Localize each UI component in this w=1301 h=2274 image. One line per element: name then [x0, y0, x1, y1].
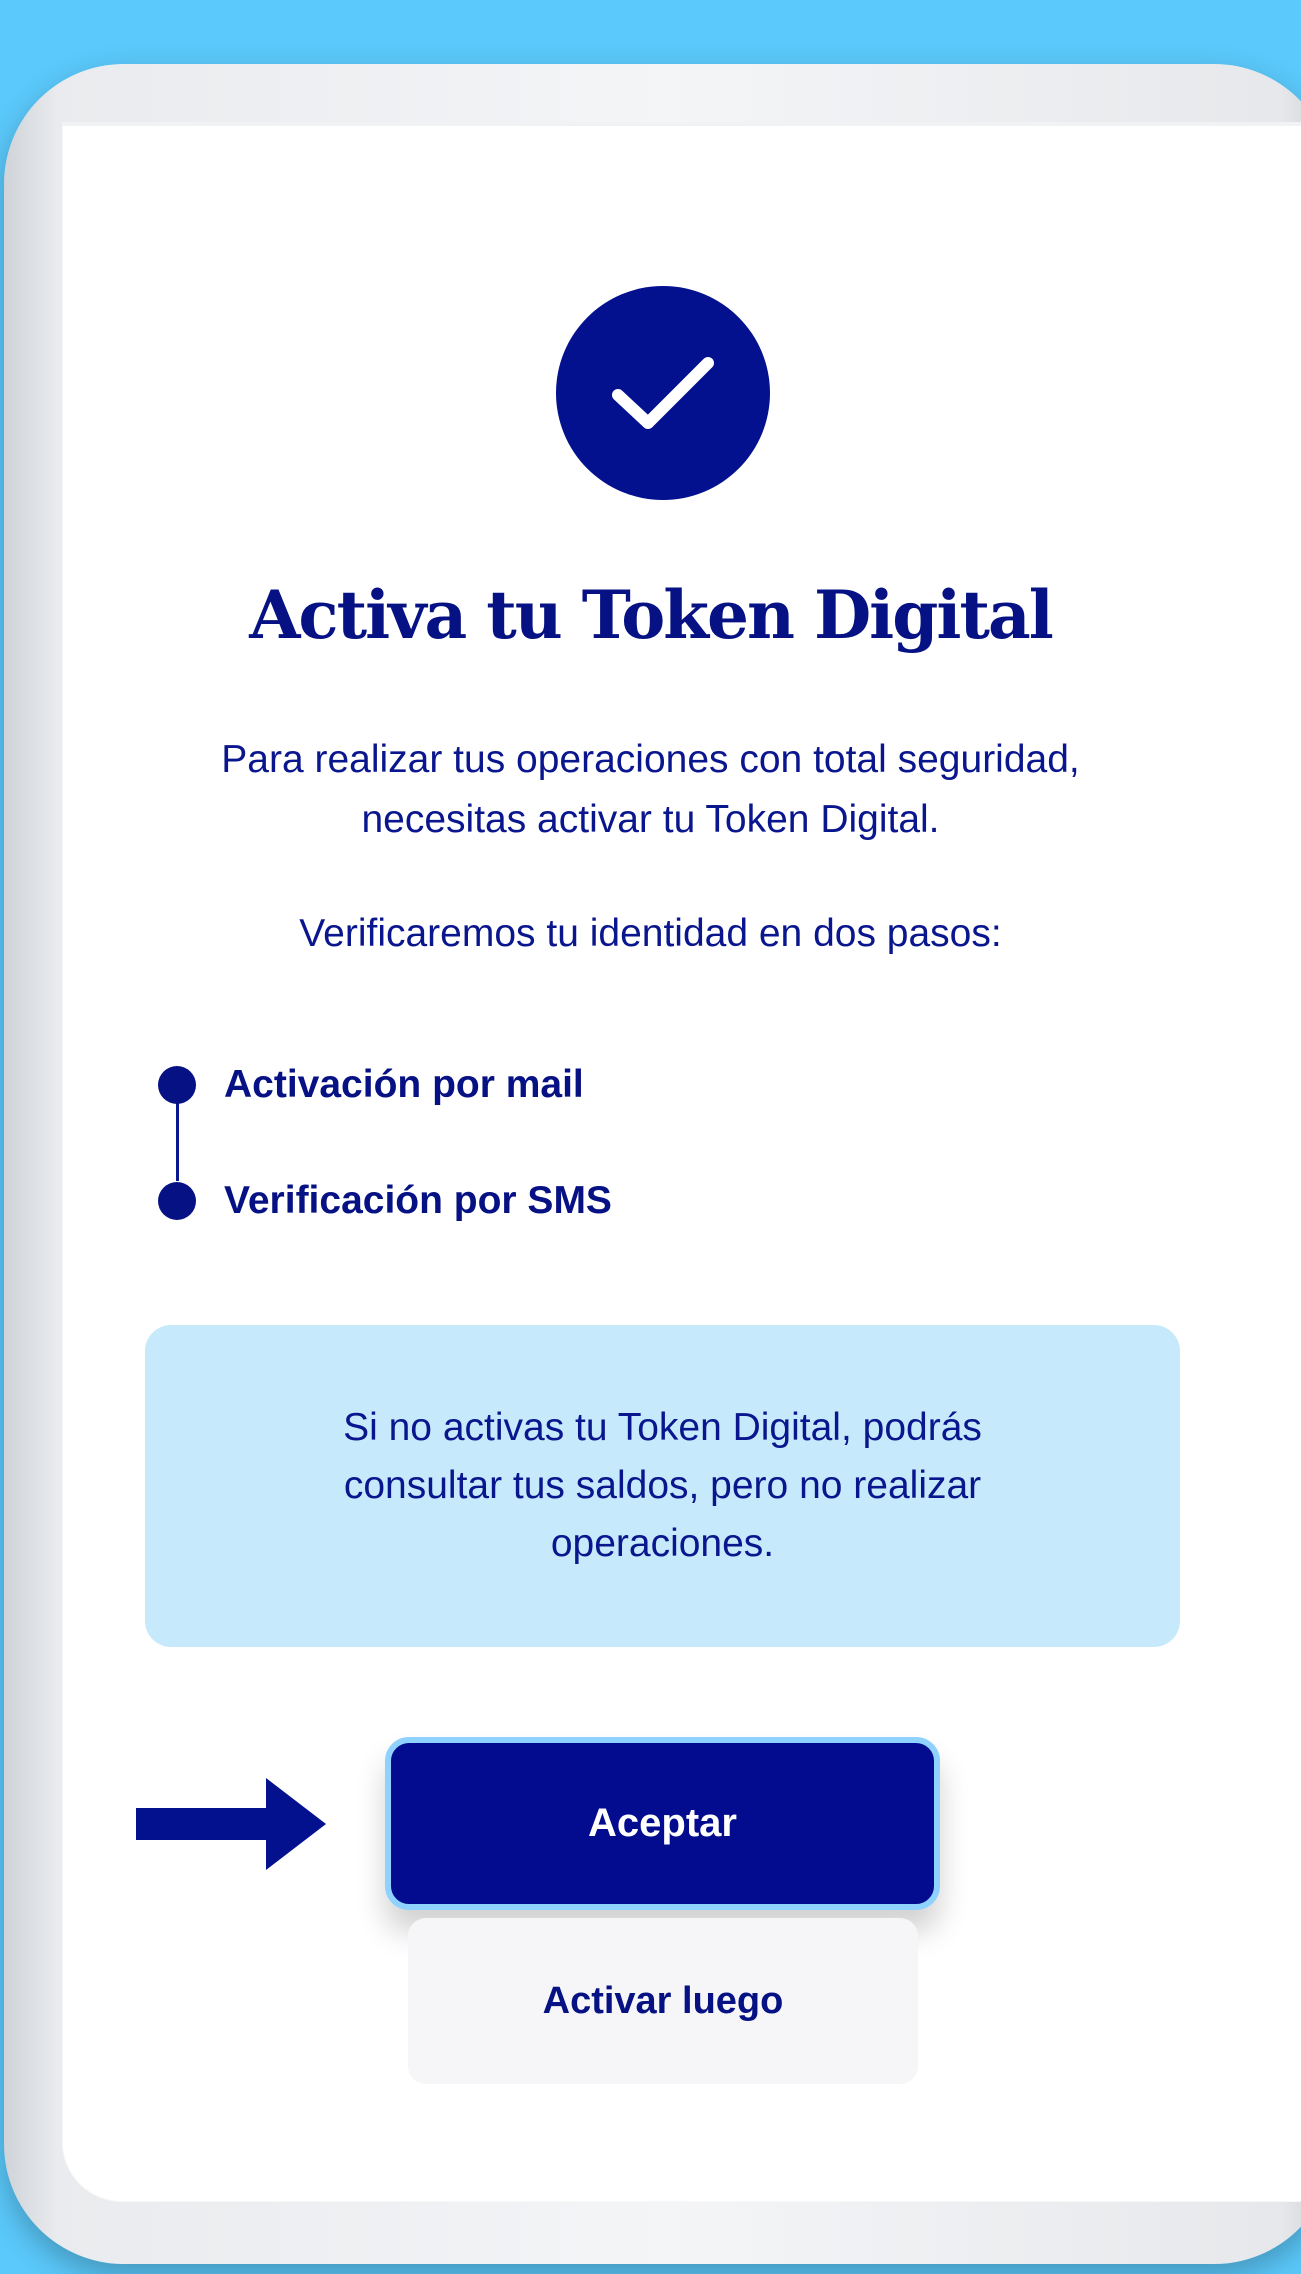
accept-button[interactable]: Aceptar: [385, 1737, 940, 1910]
step-label: Activación por mail: [224, 1063, 584, 1106]
status-strip: [62, 122, 1301, 126]
intro-text-content: Para realizar tus operaciones con total …: [221, 738, 1080, 841]
step-label: Verificación por SMS: [224, 1179, 612, 1222]
step-item-mail: Activación por mail: [158, 1055, 584, 1115]
info-notice: Si no activas tu Token Digital, podrás c…: [145, 1325, 1180, 1647]
activate-later-button[interactable]: Activar luego: [408, 1918, 918, 2084]
steps-intro-text: Verificaremos tu identidad en dos pasos:: [299, 912, 1002, 955]
step-bullet-icon: [158, 1066, 196, 1104]
step-item-sms: Verificación por SMS: [158, 1171, 612, 1231]
step-bullet-icon: [158, 1182, 196, 1220]
intro-text: Para realizar tus operaciones con total …: [0, 730, 1301, 850]
info-notice-text: Si no activas tu Token Digital, podrás c…: [343, 1406, 982, 1565]
check-icon: [612, 357, 714, 429]
verification-steps: Activación por mail Verificación por SMS: [158, 1055, 758, 1255]
page-title: Activa tu Token Digital: [249, 576, 1054, 654]
arrow-right-icon: [136, 1778, 326, 1870]
success-check-icon: [556, 286, 770, 500]
